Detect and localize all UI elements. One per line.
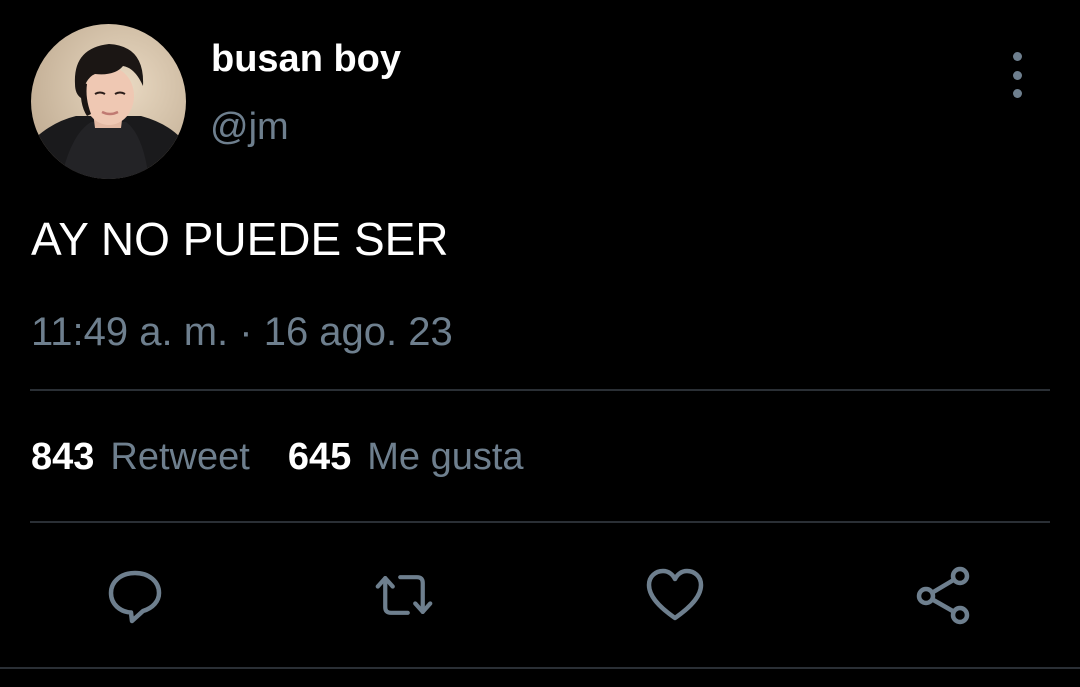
tweet-timestamp[interactable]: 11:49 a. m. · 16 ago. 23 [31,310,453,355]
divider [30,389,1050,391]
share-nodes-icon [916,566,970,625]
tweet-detail: busan boy @jm AY NO PUEDE SER 11:49 a. m… [0,0,1080,687]
display-name[interactable]: busan boy [211,38,401,81]
profile-photo-icon [31,24,186,179]
tweet-stats: 843 Retweet 645 Me gusta [31,436,524,479]
likes-count: 645 [287,436,352,478]
likes-label: Me gusta [367,436,524,478]
avatar[interactable] [31,24,186,179]
reply-button[interactable] [105,565,165,625]
more-options-icon[interactable] [1000,52,1034,98]
more-dot [1012,52,1022,61]
heart-outline-icon [646,568,704,621]
like-button[interactable] [645,565,705,625]
retweet-arrows-icon [375,575,433,615]
retweet-button[interactable] [374,565,434,625]
tweet-text: AY NO PUEDE SER [31,213,449,265]
user-handle[interactable]: @jm [210,106,289,149]
more-dot [1012,89,1022,98]
more-dot [1012,70,1022,80]
retweets-label: Retweet [110,436,250,478]
retweets-count: 843 [31,436,95,478]
share-button[interactable] [914,565,974,625]
likes-stat[interactable]: 645 Me gusta [288,436,524,479]
divider [0,667,1080,669]
speech-bubble-icon [108,570,162,624]
divider [30,521,1050,523]
retweets-stat[interactable]: 843 Retweet [31,436,250,479]
